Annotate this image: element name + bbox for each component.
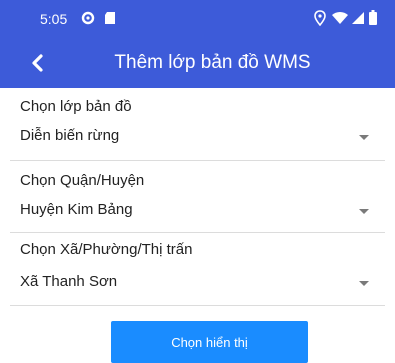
chevron-left-icon xyxy=(32,54,43,72)
district-label: Chọn Quận/Huyện xyxy=(20,172,145,189)
app-bar: Thêm lớp bản đồ WMS xyxy=(0,38,395,88)
divider xyxy=(10,160,385,161)
commune-select[interactable]: Xã Thanh Sơn xyxy=(20,264,375,304)
district-value: Huyện Kim Bảng xyxy=(20,201,133,218)
settings-gear-icon xyxy=(80,10,96,31)
layer-select[interactable]: Diễn biến rừng xyxy=(20,118,375,158)
status-bar: 5:05 xyxy=(0,0,395,38)
status-time: 5:05 xyxy=(40,11,68,27)
battery-icon xyxy=(369,10,377,31)
sd-card-icon xyxy=(103,10,117,31)
wifi-icon xyxy=(331,10,349,31)
divider xyxy=(10,232,385,233)
layer-value: Diễn biến rừng xyxy=(20,127,120,144)
commune-label: Chọn Xã/Phường/Thị trấn xyxy=(20,241,193,258)
show-button[interactable]: Chọn hiển thị xyxy=(111,321,308,363)
dropdown-caret-icon xyxy=(359,281,369,286)
district-select[interactable]: Huyện Kim Bảng xyxy=(20,192,375,232)
location-icon xyxy=(314,10,326,31)
commune-value: Xã Thanh Sơn xyxy=(20,273,118,290)
signal-icon xyxy=(351,10,365,31)
dropdown-caret-icon xyxy=(359,135,369,140)
back-button[interactable] xyxy=(26,51,50,75)
page-title: Thêm lớp bản đồ WMS xyxy=(114,52,311,73)
dropdown-caret-icon xyxy=(359,209,369,214)
layer-label: Chọn lớp bản đồ xyxy=(20,98,132,115)
divider xyxy=(10,305,385,306)
